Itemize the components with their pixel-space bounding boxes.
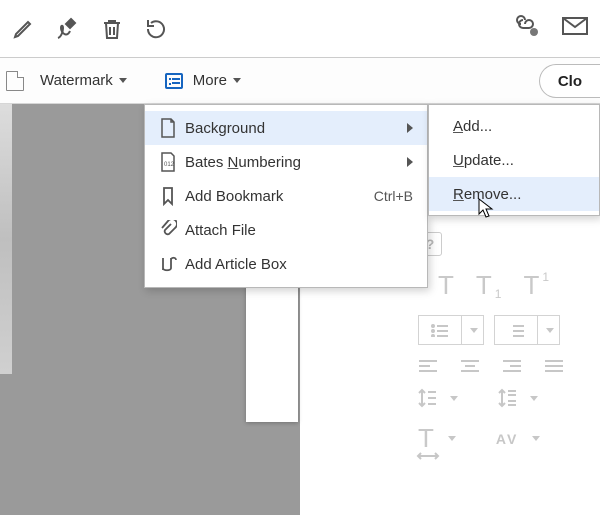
more-label: More [193,72,227,89]
more-menu: Background 012 Bates Numbering Add Bookm… [144,104,428,288]
rotate-icon[interactable] [136,9,176,49]
para-spacing-caret[interactable] [530,396,538,401]
paperclip-icon [155,220,181,240]
numbered-list-caret[interactable] [538,315,560,345]
page-icon [155,118,181,138]
more-icon [165,73,183,89]
superscript-icon[interactable]: T1 [476,270,502,301]
watermark-dropdown[interactable]: Watermark [34,68,133,93]
page-thumbnail [0,104,12,374]
secondary-toolbar: Watermark More Clo [0,58,600,104]
hscale-caret[interactable] [448,436,456,441]
trash-icon[interactable] [92,9,132,49]
submenu-arrow-icon [407,157,413,167]
bookmark-icon [155,186,181,206]
menu-item-add-article-box[interactable]: Add Article Box [145,247,427,281]
char-spacing-caret[interactable] [532,436,540,441]
line-spacing-icon[interactable] [418,387,436,409]
close-button[interactable]: Clo [539,64,600,98]
caret-down-icon [233,78,241,83]
pencil-edit-icon[interactable] [4,9,44,49]
horizontal-scale-icon[interactable]: T [418,423,434,454]
signature-icon[interactable] [48,9,88,49]
format-panel: ? T T1 T1 [410,224,600,476]
align-right-icon[interactable] [502,359,522,373]
numbered-list-button[interactable] [494,315,538,345]
svg-text:012: 012 [164,162,175,168]
text-style-icon[interactable]: T [438,270,454,301]
more-dropdown[interactable]: More [159,68,247,93]
paragraph-spacing-icon[interactable] [498,387,516,409]
accelerator: Ctrl+B [374,188,413,204]
bullet-list-caret[interactable] [462,315,484,345]
menu-item-background[interactable]: Background [145,111,427,145]
article-box-icon [155,255,181,273]
submenu-item-update[interactable]: Update... [429,143,599,177]
watermark-label: Watermark [40,72,113,89]
spacing-caret[interactable] [450,396,458,401]
document-icon[interactable] [6,71,24,91]
menu-item-add-bookmark[interactable]: Add Bookmark Ctrl+B [145,179,427,213]
menu-item-attach-file[interactable]: Attach File [145,213,427,247]
link-cloud-icon[interactable] [510,9,544,43]
char-spacing-icon[interactable]: AV [496,431,518,447]
subscript-icon[interactable]: T1 [523,270,549,301]
submenu-item-remove[interactable]: Remove... [429,177,599,211]
align-center-icon[interactable] [460,359,480,373]
menu-item-bates-numbering[interactable]: 012 Bates Numbering [145,145,427,179]
caret-down-icon [119,78,127,83]
bullet-list-button[interactable] [418,315,462,345]
align-left-icon[interactable] [418,359,438,373]
submenu-item-add[interactable]: Add... [429,109,599,143]
mail-icon[interactable] [558,9,592,43]
background-submenu: Add... Update... Remove... [428,104,600,216]
bates-icon: 012 [155,152,181,172]
top-toolbar [0,0,600,58]
align-justify-icon[interactable] [544,359,564,373]
submenu-arrow-icon [407,123,413,133]
